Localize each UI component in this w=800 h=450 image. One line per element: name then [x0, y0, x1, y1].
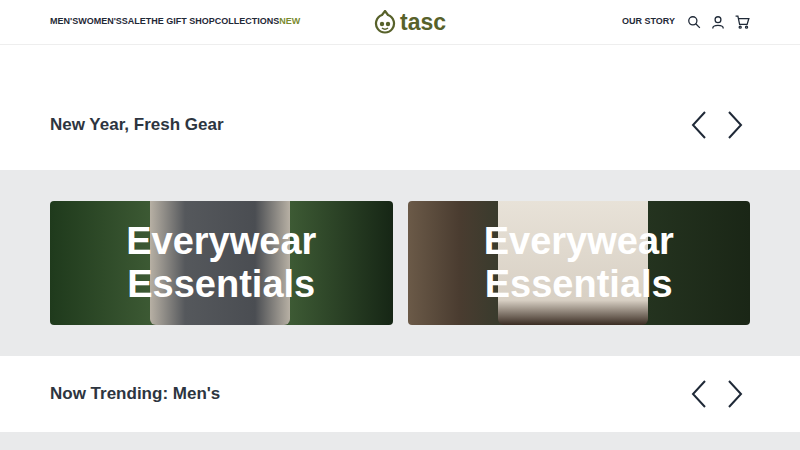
carousel-controls	[689, 110, 750, 140]
trending-strip	[0, 432, 800, 450]
search-icon[interactable]	[687, 15, 701, 29]
chevron-left-icon	[690, 379, 708, 409]
site-header: MEN'SWOMEN'SSALETHE GIFT SHOPCOLLECTIONS…	[0, 0, 800, 45]
logo[interactable]: tasc	[283, 10, 516, 34]
logo-text: tasc	[400, 11, 446, 34]
promo-cards: EverywearEssentials EverywearEssentials	[0, 170, 800, 356]
our-story-link[interactable]: OUR STORY	[622, 15, 675, 29]
card-title: EverywearEssentials	[484, 220, 674, 306]
trending-section: Now Trending: Men's	[0, 356, 800, 432]
carousel-controls	[689, 379, 750, 409]
chevron-left-icon	[690, 110, 708, 140]
new-year-section: New Year, Fresh Gear	[0, 45, 800, 170]
nav-link[interactable]: COLLECTIONS	[215, 15, 280, 29]
section-title: New Year, Fresh Gear	[50, 110, 224, 140]
nav-link[interactable]: MEN'S	[50, 15, 78, 29]
card-title: EverywearEssentials	[126, 220, 316, 306]
next-button[interactable]	[725, 110, 745, 140]
header-right: OUR STORY	[517, 15, 750, 29]
logo-icon	[374, 10, 396, 34]
section-header: New Year, Fresh Gear	[0, 110, 800, 140]
section-title: Now Trending: Men's	[50, 379, 220, 409]
next-button[interactable]	[725, 379, 745, 409]
chevron-right-icon	[726, 379, 744, 409]
prev-button[interactable]	[689, 110, 709, 140]
nav-link[interactable]: NEW	[279, 15, 300, 29]
nav-link[interactable]: THE GIFT SHOP	[146, 15, 215, 29]
section-header: Now Trending: Men's	[0, 379, 800, 409]
nav-link[interactable]: SALE	[122, 15, 146, 29]
user-icon[interactable]	[711, 15, 725, 29]
prev-button[interactable]	[689, 379, 709, 409]
chevron-right-icon	[726, 110, 744, 140]
promo-card[interactable]: EverywearEssentials	[50, 201, 393, 325]
promo-card[interactable]: EverywearEssentials	[408, 201, 751, 325]
main-nav: MEN'SWOMEN'SSALETHE GIFT SHOPCOLLECTIONS…	[50, 15, 283, 29]
cart-icon[interactable]	[735, 15, 750, 29]
nav-link[interactable]: WOMEN'S	[78, 15, 122, 29]
page: MEN'SWOMEN'SSALETHE GIFT SHOPCOLLECTIONS…	[0, 0, 800, 450]
